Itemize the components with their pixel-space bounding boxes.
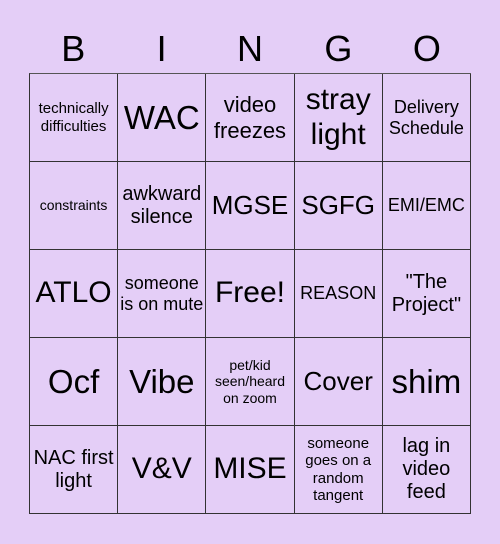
bingo-cell[interactable]: ATLO [30,250,119,338]
bingo-cell[interactable]: someone goes on a random tangent [294,426,383,514]
bingo-header: B I N G O [29,28,471,70]
header-letter-b: B [61,28,86,69]
bingo-cell[interactable]: WAC [118,74,207,162]
bingo-cell[interactable]: stray light [294,74,383,162]
bingo-cell[interactable]: V&V [118,426,207,514]
header-letter-g: G [324,28,353,69]
bingo-cell[interactable]: shim [382,338,471,426]
bingo-card-grid: technically difficulties WAC video freez… [29,73,471,514]
bingo-cell[interactable]: technically difficulties [30,74,119,162]
bingo-cell[interactable]: Ocf [30,338,119,426]
bingo-cell[interactable]: MISE [206,426,295,514]
bingo-cell[interactable]: Delivery Schedule [382,74,471,162]
bingo-cell[interactable]: "The Project" [382,250,471,338]
bingo-cell[interactable]: NAC first light [30,426,119,514]
bingo-cell[interactable]: pet/kid seen/heard on zoom [206,338,295,426]
bingo-cell[interactable]: REASON [294,250,383,338]
bingo-cell[interactable]: awkward silence [118,162,207,250]
header-letter-o: O [412,28,441,69]
bingo-cell[interactable]: SGFG [294,162,383,250]
bingo-cell[interactable]: Cover [294,338,383,426]
bingo-cell[interactable]: MGSE [206,162,295,250]
bingo-cell[interactable]: EMI/EMC [382,162,471,250]
free-space-cell[interactable]: Free! [206,250,295,338]
bingo-cell[interactable]: Vibe [118,338,207,426]
bingo-cell[interactable]: someone is on mute [118,250,207,338]
bingo-cell[interactable]: lag in video feed [382,426,471,514]
header-letter-i: I [156,28,167,69]
header-letter-n: N [237,28,264,69]
bingo-cell[interactable]: constraints [30,162,119,250]
bingo-cell[interactable]: video freezes [206,74,295,162]
